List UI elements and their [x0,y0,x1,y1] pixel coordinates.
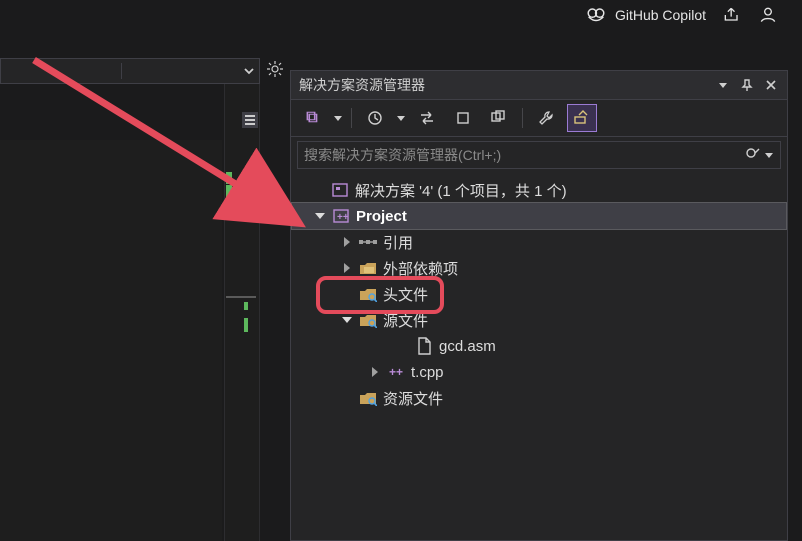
editor-split-line [226,296,256,298]
properties-button[interactable] [531,104,561,132]
search-options-chevron[interactable] [764,153,774,158]
history-icon [366,109,384,127]
project-icon: ++ [332,207,350,225]
toolbar-separator [351,108,352,128]
references-icon [359,233,377,251]
history-menu-chevron[interactable] [396,116,406,121]
external-deps-label: 外部依赖项 [383,258,458,279]
svg-text:++: ++ [337,212,349,223]
solution-node[interactable]: 解决方案 '4' (1 个项目，共 1 个) [291,177,787,203]
show-all-button[interactable] [484,104,514,132]
project-node[interactable]: ++ Project [291,202,787,230]
expand-toggle[interactable] [341,236,353,248]
person-icon[interactable] [758,5,778,25]
show-all-icon [490,109,508,127]
panel-header[interactable]: 解决方案资源管理器 [291,71,787,100]
filter-folder-icon [359,389,377,407]
preview-icon [573,109,591,127]
cpp-file-icon: ++ [387,363,405,381]
references-node[interactable]: 引用 [291,229,787,255]
headers-node[interactable]: 头文件 [291,281,787,307]
copilot-label: GitHub Copilot [615,7,706,23]
external-deps-node[interactable]: 外部依赖项 [291,255,787,281]
panel-title: 解决方案资源管理器 [299,75,425,95]
swap-icon [418,109,436,127]
toolbar-separator [522,108,523,128]
pin-button[interactable] [739,77,755,93]
expand-toggle[interactable] [369,366,381,378]
chevron-down-icon [719,83,727,88]
triangle-right-icon [344,263,350,273]
home-menu-chevron[interactable] [333,116,343,121]
tcpp-file-node[interactable]: ++ t.cpp [291,359,787,385]
settings-gear-icon[interactable] [266,60,284,78]
vs-home-icon: ⧉ [306,109,317,127]
editor-gutter [224,84,260,541]
share-icon[interactable] [722,5,742,25]
tcpp-file-label: t.cpp [411,364,444,381]
expand-placeholder [397,340,409,352]
search-placeholder: 搜索解决方案资源管理器(Ctrl+;) [304,145,736,165]
file-icon [415,337,433,355]
references-label: 引用 [383,232,413,253]
collapse-toggle[interactable] [341,314,353,326]
change-marker [244,318,248,332]
scope-icon [455,110,471,126]
expand-placeholder [313,184,325,196]
sources-node[interactable]: 源文件 [291,307,787,333]
resources-node[interactable]: 资源文件 [291,385,787,411]
wrench-icon [537,109,555,127]
expand-placeholder [341,392,353,404]
solution-tree[interactable]: 解决方案 '4' (1 个项目，共 1 个) ++ Project 引用 外部依… [291,173,787,540]
chevron-down-icon [243,65,255,77]
home-button[interactable]: ⧉ [297,104,327,132]
editor-body[interactable] [0,140,222,541]
swap-button[interactable] [412,104,442,132]
external-deps-icon [359,259,377,277]
solution-label: 解决方案 '4' (1 个项目，共 1 个) [355,180,567,201]
search-go-button[interactable] [742,144,764,166]
filter-folder-icon [359,285,377,303]
scope-button[interactable] [448,104,478,132]
editor-nav-bar[interactable] [0,58,260,84]
headers-label: 头文件 [383,284,428,305]
panel-menu-button[interactable] [715,77,731,93]
history-button[interactable] [360,104,390,132]
close-button[interactable] [763,77,779,93]
resources-label: 资源文件 [383,388,443,409]
titlebar-right: GitHub Copilot [585,4,778,26]
filter-folder-icon [359,311,377,329]
expand-toggle[interactable] [341,262,353,274]
sync-views-button[interactable] [242,112,258,128]
change-marker [244,302,248,310]
change-marker [226,172,232,184]
triangle-down-icon [315,213,325,219]
gcd-file-label: gcd.asm [439,338,496,355]
search-box[interactable]: 搜索解决方案资源管理器(Ctrl+;) [297,141,781,169]
project-label: Project [356,208,407,225]
copilot-icon [585,4,607,26]
panel-toolbar: ⧉ [291,100,787,137]
preview-button[interactable] [567,104,597,132]
sources-label: 源文件 [383,310,428,331]
github-copilot-button[interactable]: GitHub Copilot [585,4,706,26]
solution-explorer-panel: 解决方案资源管理器 ⧉ [290,70,788,541]
gcd-file-node[interactable]: gcd.asm [291,333,787,359]
triangle-right-icon [372,367,378,377]
collapse-toggle[interactable] [314,210,326,222]
solution-icon [331,181,349,199]
triangle-right-icon [344,237,350,247]
triangle-down-icon [342,317,352,323]
change-marker [226,185,232,197]
search-icon [745,147,761,163]
expand-placeholder [341,288,353,300]
